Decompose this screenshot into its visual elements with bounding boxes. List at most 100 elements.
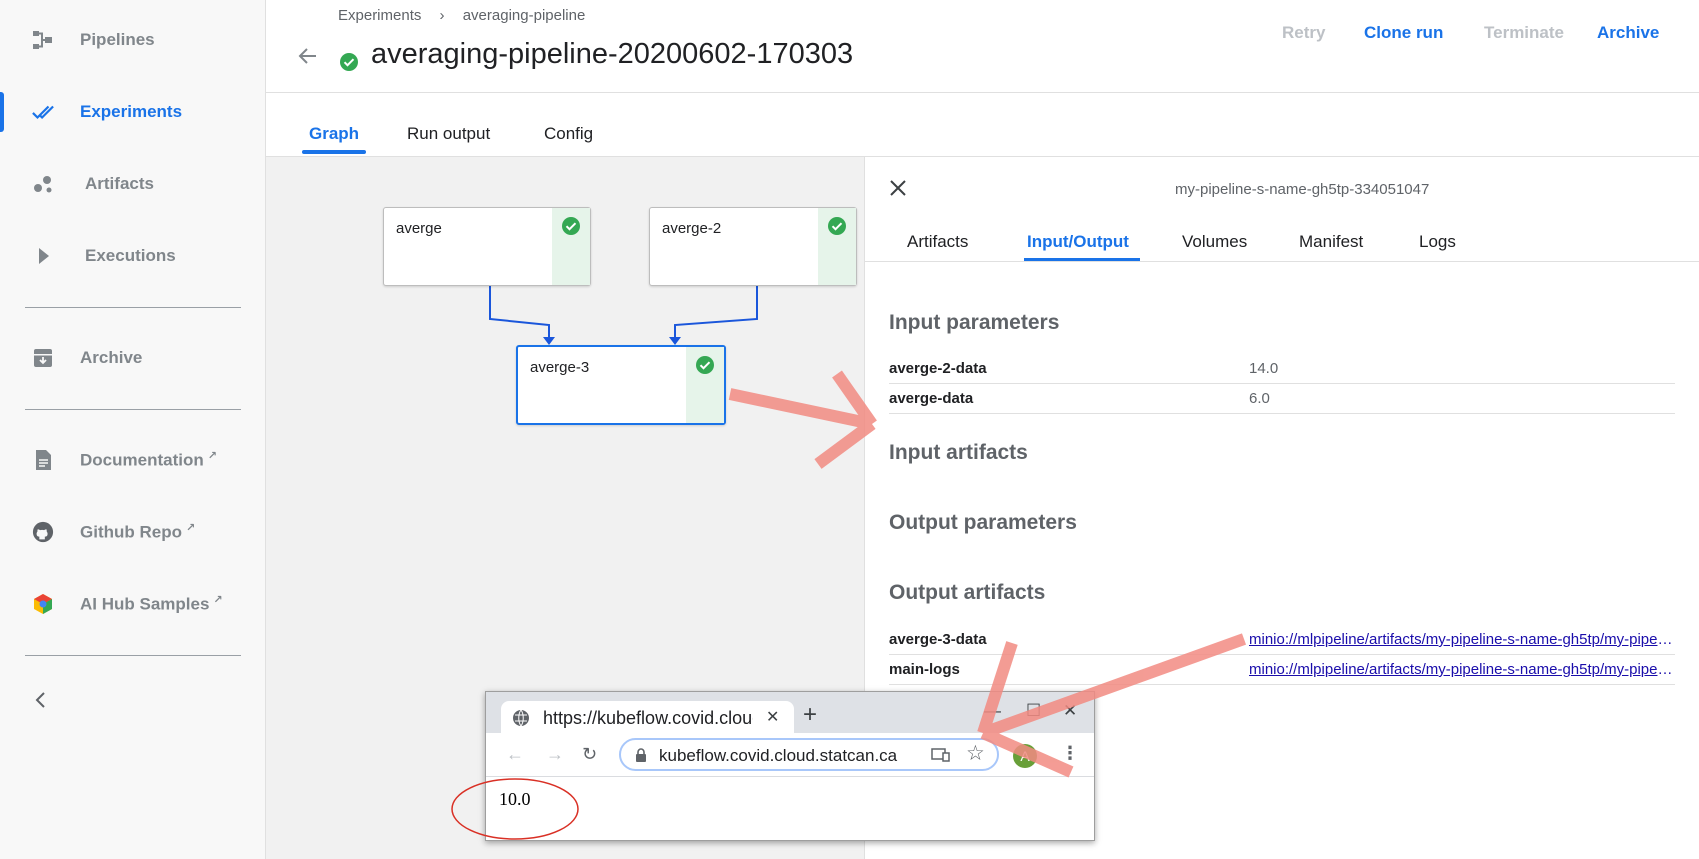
sidebar-divider [25, 307, 241, 308]
back-arrow-icon[interactable] [296, 44, 320, 73]
table-row: averge-2-data 14.0 [889, 354, 1675, 384]
experiments-icon [32, 101, 54, 123]
pipelines-icon [32, 29, 54, 51]
sidebar-item-executions[interactable]: Executions [0, 232, 265, 280]
retry-button[interactable]: Retry [1282, 23, 1325, 43]
tab-volumes[interactable]: Volumes [1182, 232, 1247, 252]
success-check-icon [562, 217, 580, 235]
browser-tab[interactable]: https://kubeflow.covid.cloud ✕ [501, 701, 794, 734]
terminate-button[interactable]: Terminate [1484, 23, 1564, 43]
minimize-icon[interactable]: — [984, 701, 1001, 721]
sidebar-item-label: AI Hub Samples ↗ [80, 594, 223, 614]
sidebar-item-label: Experiments [80, 102, 183, 121]
sidebar-item-archive[interactable]: Archive [0, 334, 265, 382]
artifact-link[interactable]: minio://mlpipeline/artifacts/my-pipeline… [1249, 661, 1675, 678]
output-value: 10.0 [499, 789, 531, 809]
node-label: averge-2 [662, 220, 722, 237]
header-divider [266, 92, 1699, 93]
tabs-divider [865, 261, 1699, 262]
output-artifacts-heading: Output artifacts [889, 581, 1046, 604]
close-tab-icon[interactable]: ✕ [766, 707, 779, 727]
url-text: kubeflow.covid.cloud.statcan.ca [659, 746, 898, 765]
sidebar-item-label: Archive [80, 348, 143, 367]
tab-run-output[interactable]: Run output [407, 124, 490, 144]
ai-hub-icon [32, 593, 54, 615]
sidebar-item-label: Github Repo ↗ [80, 522, 196, 542]
success-check-icon [696, 356, 714, 374]
breadcrumb-pipeline[interactable]: averaging-pipeline [463, 7, 586, 24]
artifact-link[interactable]: minio://mlpipeline/artifacts/my-pipeline… [1249, 631, 1675, 648]
tab-artifacts[interactable]: Artifacts [907, 232, 968, 252]
tab-input-output[interactable]: Input/Output [1027, 232, 1129, 252]
external-link-icon: ↗ [207, 450, 217, 463]
breadcrumb-separator: › [439, 7, 445, 24]
sidebar-item-artifacts[interactable]: Artifacts [0, 160, 265, 208]
active-tab-indicator [302, 150, 366, 154]
tab-config[interactable]: Config [544, 124, 593, 144]
panel-title: my-pipeline-s-name-gh5tp-334051047 [1175, 181, 1430, 198]
collapse-sidebar-icon[interactable] [34, 690, 48, 715]
bookmark-star-icon[interactable]: ☆ [966, 741, 985, 766]
sidebar: Pipelines Experiments Artifacts Executio… [0, 0, 266, 859]
sidebar-item-label: Documentation ↗ [80, 450, 217, 470]
node-status [686, 347, 724, 423]
table-row: averge-3-data minio://mlpipeline/artifac… [889, 625, 1675, 655]
profile-avatar[interactable]: A [1013, 744, 1037, 768]
forward-icon[interactable]: → [546, 744, 564, 765]
browser-window: https://kubeflow.covid.cloud ✕ + — ☐ ✕ ←… [485, 691, 1095, 841]
table-row: averge-data 6.0 [889, 384, 1675, 414]
browser-menu-icon[interactable]: ⋮ [1061, 743, 1079, 764]
node-label: averge-3 [530, 359, 590, 376]
external-link-icon: ↗ [213, 594, 223, 607]
node-label: averge [396, 220, 442, 237]
sidebar-item-label: Executions [85, 246, 176, 265]
maximize-icon[interactable]: ☐ [1026, 701, 1041, 721]
param-key: averge-2-data [889, 360, 987, 377]
sidebar-item-pipelines[interactable]: Pipelines [0, 16, 265, 64]
browser-content: 10.0 [486, 777, 1094, 840]
success-check-icon [828, 217, 846, 235]
success-check-icon [339, 52, 359, 77]
back-icon[interactable]: ← [506, 744, 524, 765]
sidebar-divider [25, 655, 241, 656]
sidebar-item-github-repo[interactable]: Github Repo ↗ [0, 508, 265, 556]
document-icon [32, 449, 54, 471]
sidebar-item-label: Artifacts [85, 174, 154, 193]
artifact-key: main-logs [889, 661, 960, 678]
lock-icon [635, 748, 647, 768]
reload-icon[interactable]: ↻ [582, 744, 597, 765]
sidebar-item-experiments[interactable]: Experiments [0, 88, 265, 136]
archive-button[interactable]: Archive [1597, 23, 1659, 43]
artifact-key: averge-3-data [889, 631, 987, 648]
tab-graph[interactable]: Graph [309, 124, 359, 144]
clone-run-button[interactable]: Clone run [1364, 23, 1443, 43]
close-window-icon[interactable]: ✕ [1063, 701, 1077, 721]
tab-manifest[interactable]: Manifest [1299, 232, 1363, 252]
graph-node-averge[interactable]: averge [383, 207, 591, 286]
node-status [552, 208, 590, 285]
cast-icon[interactable] [931, 748, 951, 767]
browser-toolbar: ← → ↻ kubeflow.covid.cloud.statcan.ca ☆ … [486, 733, 1094, 777]
output-parameters-heading: Output parameters [889, 511, 1077, 534]
globe-icon [512, 709, 530, 732]
tab-logs[interactable]: Logs [1419, 232, 1456, 252]
param-key: averge-data [889, 390, 974, 407]
input-artifacts-heading: Input artifacts [889, 441, 1028, 464]
address-bar[interactable]: kubeflow.covid.cloud.statcan.ca [619, 738, 999, 771]
graph-node-averge-3[interactable]: averge-3 [516, 345, 726, 425]
github-icon [32, 521, 54, 543]
input-parameters-heading: Input parameters [889, 311, 1060, 334]
play-icon [32, 245, 54, 267]
breadcrumb: Experiments › averaging-pipeline [338, 7, 599, 24]
node-status [818, 208, 856, 285]
new-tab-button[interactable]: + [803, 701, 817, 729]
close-icon[interactable] [888, 178, 908, 203]
sidebar-item-label: Pipelines [80, 30, 155, 49]
graph-node-averge-2[interactable]: averge-2 [649, 207, 857, 286]
archive-icon [32, 347, 54, 369]
sidebar-divider [25, 409, 241, 410]
sidebar-item-ai-hub-samples[interactable]: AI Hub Samples ↗ [0, 580, 265, 628]
page-title: averaging-pipeline-20200602-170303 [371, 38, 854, 70]
breadcrumb-experiments[interactable]: Experiments [338, 7, 421, 24]
sidebar-item-documentation[interactable]: Documentation ↗ [0, 436, 265, 484]
